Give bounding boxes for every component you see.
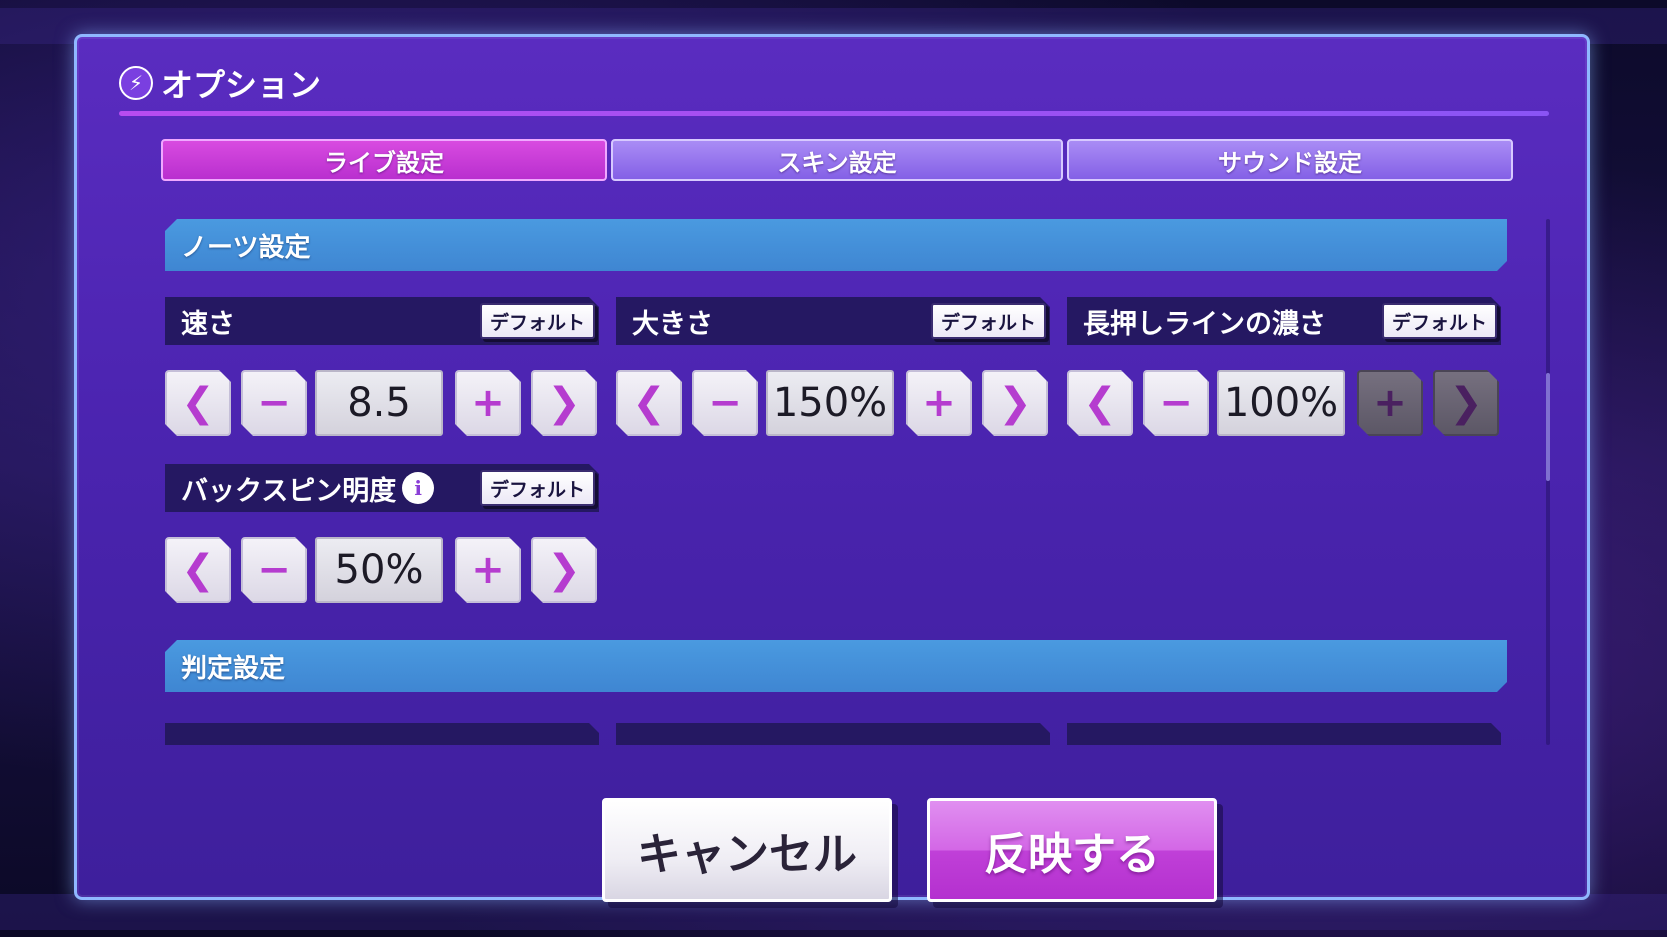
setting-label: 速さ (181, 308, 235, 340)
setting-label: 長押しラインの濃さ (1083, 308, 1326, 340)
chevron-right-icon: ❯ (1449, 380, 1483, 426)
size-value: 150% (766, 370, 894, 436)
speed-value: 8.5 (315, 370, 443, 436)
chevron-left-icon: ❮ (632, 380, 666, 426)
chevron-right-icon: ❯ (547, 380, 581, 426)
info-icon[interactable]: i (402, 472, 434, 504)
section-title: 判定設定 (181, 653, 286, 684)
setting-clipped (165, 723, 599, 745)
prev-button[interactable]: ❮ (165, 537, 231, 603)
next-button[interactable]: ❯ (982, 370, 1048, 436)
plus-icon: + (922, 380, 956, 426)
minus-button[interactable]: − (241, 370, 307, 436)
minus-icon: − (1159, 380, 1193, 426)
setting-clipped (616, 723, 1050, 745)
setting-label: 大きさ (632, 308, 713, 340)
plus-button[interactable]: + (906, 370, 972, 436)
minus-icon: − (708, 380, 742, 426)
plus-button[interactable]: + (455, 370, 521, 436)
minus-button[interactable]: − (241, 537, 307, 603)
default-button[interactable]: デフォルト (480, 470, 595, 506)
backspin-brightness-stepper: ❮ − 50% + ❯ (165, 537, 599, 603)
cancel-button[interactable]: キャンセル (602, 798, 892, 902)
setting-label-text: バックスピン明度 (181, 475, 397, 507)
next-button[interactable]: ❯ (531, 537, 597, 603)
setting-header (165, 723, 599, 745)
prev-button[interactable]: ❮ (1067, 370, 1133, 436)
tab-bar: ライブ設定 スキン設定 サウンド設定 (161, 139, 1513, 181)
tab-sound-settings[interactable]: サウンド設定 (1067, 139, 1513, 181)
default-button[interactable]: デフォルト (480, 303, 595, 339)
dialog-title: ⚡ オプション (119, 63, 322, 104)
tab-live-settings[interactable]: ライブ設定 (161, 139, 607, 181)
setting-header: 長押しラインの濃さ デフォルト (1067, 297, 1501, 345)
lightning-bolt-icon: ⚡ (119, 66, 153, 100)
minus-icon: − (257, 380, 291, 426)
setting-clipped (1067, 723, 1501, 745)
plus-icon: + (471, 380, 505, 426)
prev-button[interactable]: ❮ (165, 370, 231, 436)
minus-button[interactable]: − (1143, 370, 1209, 436)
apply-button[interactable]: 反映する (927, 798, 1217, 902)
setting-label: バックスピン明度 i (181, 469, 434, 508)
hold-line-opacity-value: 100% (1217, 370, 1345, 436)
next-button[interactable]: ❯ (531, 370, 597, 436)
minus-button[interactable]: − (692, 370, 758, 436)
chevron-left-icon: ❮ (181, 547, 215, 593)
prev-button[interactable]: ❮ (616, 370, 682, 436)
title-divider (119, 111, 1549, 116)
tab-skin-settings[interactable]: スキン設定 (611, 139, 1063, 181)
chevron-left-icon: ❮ (1083, 380, 1117, 426)
size-stepper: ❮ − 150% + ❯ (616, 370, 1050, 436)
backspin-brightness-value: 50% (315, 537, 443, 603)
section-header-judgement: 判定設定 (165, 640, 1507, 692)
plus-button[interactable]: + (455, 537, 521, 603)
speed-stepper: ❮ − 8.5 + ❯ (165, 370, 599, 436)
plus-icon: + (471, 547, 505, 593)
plus-icon: + (1373, 380, 1407, 426)
chevron-left-icon: ❮ (181, 380, 215, 426)
chevron-right-icon: ❯ (547, 547, 581, 593)
setting-header: バックスピン明度 i デフォルト (165, 464, 599, 512)
minus-icon: − (257, 547, 291, 593)
hold-line-opacity-stepper: ❮ − 100% + ❯ (1067, 370, 1501, 436)
default-button[interactable]: デフォルト (1382, 303, 1497, 339)
plus-button-disabled[interactable]: + (1357, 370, 1423, 436)
setting-header: 速さ デフォルト (165, 297, 599, 345)
setting-header (1067, 723, 1501, 745)
options-dialog: ⚡ オプション ライブ設定 スキン設定 サウンド設定 ノーツ設定 速さ デフォル… (74, 34, 1593, 902)
setting-header (616, 723, 1050, 745)
setting-header: 大きさ デフォルト (616, 297, 1050, 345)
section-title: ノーツ設定 (181, 232, 311, 263)
default-button[interactable]: デフォルト (931, 303, 1046, 339)
dialog-title-text: オプション (161, 66, 322, 104)
section-header-notes: ノーツ設定 (165, 219, 1507, 271)
settings-panel: ノーツ設定 速さ デフォルト ❮ − 8.5 + ❯ 大きさ デフォルト ❮ −… (157, 219, 1593, 745)
next-button-disabled[interactable]: ❯ (1433, 370, 1499, 436)
chevron-right-icon: ❯ (998, 380, 1032, 426)
